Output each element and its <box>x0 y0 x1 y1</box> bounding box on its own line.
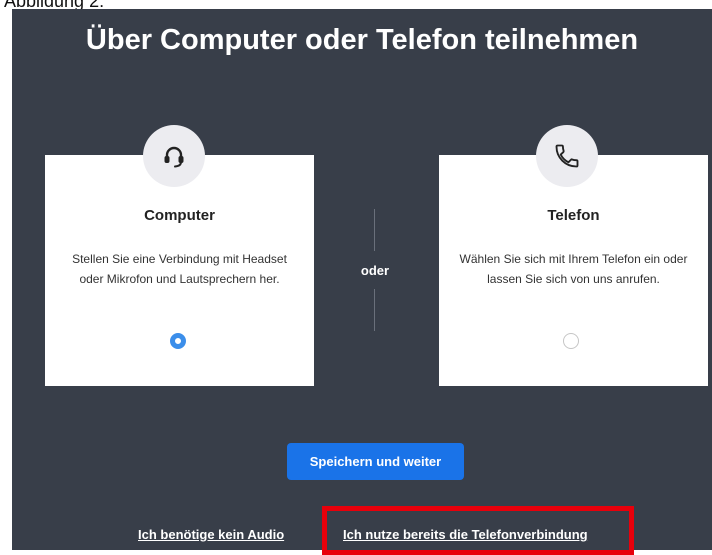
or-label: oder <box>360 263 390 278</box>
computer-option-title: Computer <box>144 207 215 224</box>
dialog-title: Über Computer oder Telefon teilnehmen <box>85 24 639 56</box>
computer-option-card[interactable]: Computer Stellen Sie eine Verbindung mit… <box>45 125 314 386</box>
headset-icon <box>143 125 205 187</box>
computer-option-description: Stellen Sie eine Verbindung mit Headset … <box>72 252 287 286</box>
no-audio-link[interactable]: Ich benötige kein Audio <box>138 527 284 542</box>
phone-icon <box>536 125 598 187</box>
computer-radio[interactable] <box>170 333 186 349</box>
phone-option-title: Telefon <box>547 207 600 224</box>
phone-option-description: Wählen Sie sich mit Ihrem Telefon ein od… <box>459 252 688 286</box>
save-and-continue-button[interactable]: Speichern und weiter <box>287 443 464 480</box>
join-audio-dialog: Über Computer oder Telefon teilnehmen Co… <box>12 9 712 555</box>
highlight-box <box>322 506 634 555</box>
phone-radio[interactable] <box>563 333 579 349</box>
divider-line-bottom <box>374 289 375 331</box>
phone-option-card[interactable]: Telefon Wählen Sie sich mit Ihrem Telefo… <box>439 125 708 386</box>
divider-line-top <box>374 209 375 251</box>
